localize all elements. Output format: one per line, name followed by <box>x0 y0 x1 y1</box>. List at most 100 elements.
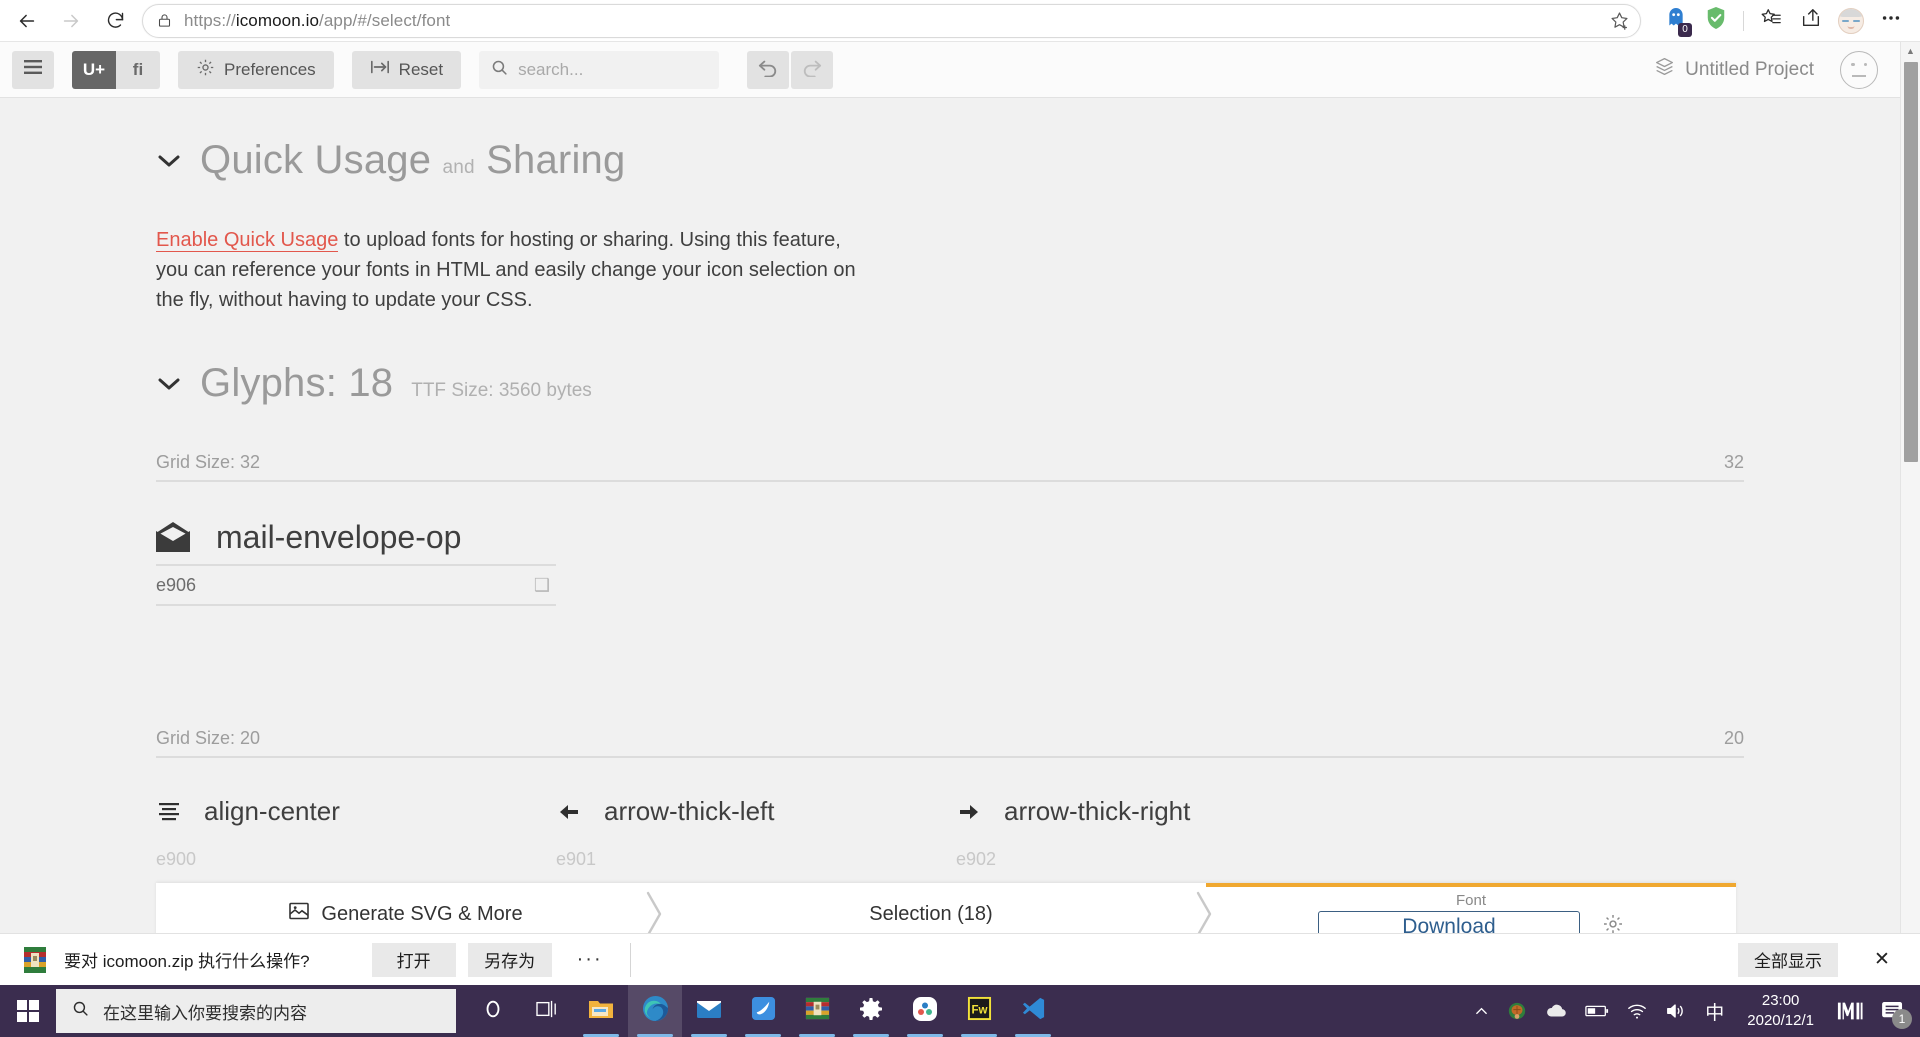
glyph-code[interactable]: e901 <box>556 849 956 870</box>
grid-size-20-row: Grid Size: 20 20 <box>0 728 1900 749</box>
taskbar-search-box[interactable]: 在这里输入你要搜索的内容 <box>56 989 456 1033</box>
start-button[interactable] <box>0 985 56 1037</box>
onedrive-cloud-button[interactable] <box>1536 985 1576 1037</box>
reset-button[interactable]: Reset <box>351 50 462 89</box>
glyph-item[interactable]: mail-envelope-op e906 ❑ <box>156 518 556 606</box>
search-icon <box>72 1000 89 1022</box>
cortana-button[interactable] <box>466 985 520 1037</box>
menu-button[interactable] <box>12 50 54 89</box>
mi-app-button[interactable] <box>1828 985 1872 1037</box>
show-hidden-icons-button[interactable] <box>1465 985 1498 1037</box>
download-bar-divider <box>629 942 631 977</box>
file-explorer-icon <box>588 998 614 1025</box>
ghost-extension-button[interactable]: 0 <box>1657 4 1695 38</box>
image-icon <box>289 902 310 926</box>
clock-date: 2020/12/1 <box>1747 1012 1814 1029</box>
arrow-thick-right-icon <box>956 803 982 821</box>
show-all-button[interactable]: 全部显示 <box>1738 942 1838 977</box>
taskbar-clock[interactable]: 23:00 2020/12/1 <box>1733 991 1828 1031</box>
generate-svg-label: Generate SVG & More <box>321 902 523 925</box>
quick-usage-header[interactable]: Quick Usage and Sharing <box>0 138 1900 183</box>
glyph-code[interactable]: e900 <box>156 849 556 870</box>
app-toolbar: U+ fi Preferences Reset search... Untitl… <box>0 42 1900 98</box>
glyph-item[interactable]: align-center e900 <box>156 796 556 870</box>
tortoise-app-button[interactable] <box>1498 985 1536 1037</box>
hamburger-menu-icon <box>24 59 42 80</box>
chrome-like-app-button[interactable] <box>898 985 952 1037</box>
undo-button[interactable] <box>747 50 790 89</box>
chevron-down-icon[interactable] <box>156 370 182 396</box>
settings-button[interactable] <box>844 985 898 1037</box>
chevron-down-icon[interactable] <box>156 147 182 173</box>
profile-button[interactable] <box>1832 4 1870 38</box>
arrow-thick-left-icon <box>556 803 582 821</box>
font-panel-label: Font <box>1455 891 1486 909</box>
share-button[interactable] <box>1792 4 1830 38</box>
glyph-code[interactable]: e902 <box>956 849 1356 870</box>
account-button[interactable] <box>1840 50 1878 89</box>
reload-button[interactable] <box>98 4 132 38</box>
scroll-up-arrow-icon[interactable]: ▲ <box>1901 42 1920 60</box>
preferences-button[interactable]: Preferences <box>178 50 334 89</box>
address-bar[interactable]: https://icomoon.io/app/#/select/font <box>142 3 1641 38</box>
volume-button[interactable] <box>1656 985 1696 1037</box>
taskbar-search-placeholder: 在这里输入你要搜索的内容 <box>103 1003 307 1023</box>
close-icon[interactable]: ✕ <box>1862 943 1902 977</box>
glyph-row-20: align-center e900 arrow-thick-left e901 <box>0 796 1900 870</box>
collections-button[interactable] <box>1752 4 1790 38</box>
project-name-button[interactable]: Untitled Project <box>1654 56 1814 83</box>
search-box[interactable] <box>479 50 720 89</box>
redo-button[interactable] <box>791 50 834 89</box>
grid-size-32-value: 32 <box>1723 452 1744 472</box>
system-tray: 中 23:00 2020/12/1 1 <box>1465 985 1920 1037</box>
url-scheme: https:// <box>184 10 236 30</box>
vscode-button[interactable] <box>1006 985 1060 1037</box>
settings-gear-icon <box>859 997 883 1026</box>
taskbar-apps: Fw <box>466 985 1060 1037</box>
wifi-button[interactable] <box>1618 985 1656 1037</box>
icomoon-app: U+ fi Preferences Reset search... Untitl… <box>0 42 1920 945</box>
back-button[interactable] <box>10 4 44 38</box>
tab-unicode[interactable]: U+ <box>72 50 116 89</box>
ime-language-button[interactable]: 中 <box>1696 985 1733 1037</box>
layers-icon <box>1654 56 1675 83</box>
gear-icon <box>196 58 215 82</box>
glyphs-header[interactable]: Glyphs: 18 TTF Size: 3560 bytes <box>0 361 1900 406</box>
glyphs-title: Glyphs: 18 <box>200 361 394 405</box>
glyph-code[interactable]: e906 <box>156 575 196 596</box>
forward-button[interactable] <box>54 4 88 38</box>
task-view-icon <box>536 999 558 1024</box>
battery-button[interactable] <box>1576 985 1618 1037</box>
enable-quick-usage-link[interactable]: Enable Quick Usage <box>156 229 339 252</box>
tab-ligature[interactable]: fi <box>116 50 160 89</box>
adblock-shield-button[interactable] <box>1697 4 1735 38</box>
add-favorite-star-icon[interactable] <box>1609 10 1630 31</box>
reset-icon <box>370 59 390 80</box>
mail-button[interactable] <box>682 985 736 1037</box>
scrollbar-thumb[interactable] <box>1904 62 1918 462</box>
chrome-like-app-icon <box>912 996 938 1027</box>
view-mode-toggle: U+ fi <box>72 50 160 89</box>
winrar-button[interactable] <box>790 985 844 1037</box>
fireworks-button[interactable]: Fw <box>952 985 1006 1037</box>
foxmail-button[interactable] <box>736 985 790 1037</box>
glyph-item[interactable]: arrow-thick-right e902 <box>956 796 1356 870</box>
more-actions-button[interactable]: ··· <box>564 943 616 977</box>
share-icon <box>1800 7 1822 34</box>
file-explorer-button[interactable] <box>574 985 628 1037</box>
action-center-button[interactable]: 1 <box>1872 985 1914 1037</box>
search-input[interactable] <box>518 59 708 80</box>
task-view-button[interactable] <box>520 985 574 1037</box>
fireworks-icon: Fw <box>967 996 992 1026</box>
glyph-item[interactable]: arrow-thick-left e901 <box>556 796 956 870</box>
microsoft-edge-button[interactable] <box>628 985 682 1037</box>
winrar-zip-icon <box>22 946 48 974</box>
save-as-button[interactable]: 另存为 <box>467 942 552 977</box>
open-button[interactable]: 打开 <box>371 942 456 977</box>
mail-envelope-open-icon <box>156 522 190 552</box>
more-options-button[interactable] <box>1872 4 1910 38</box>
foxmail-icon <box>751 996 776 1026</box>
vertical-scrollbar[interactable]: ▲ <box>1900 42 1920 945</box>
winrar-icon <box>805 996 830 1026</box>
collections-icon <box>1760 7 1782 34</box>
